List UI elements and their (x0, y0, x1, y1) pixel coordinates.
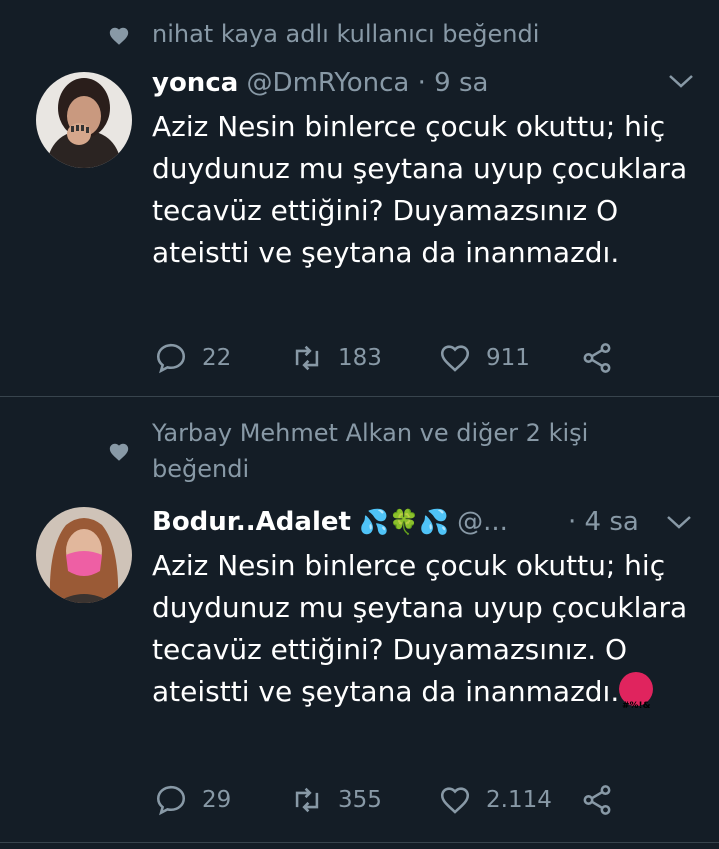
user-handle[interactable]: @... (457, 507, 508, 537)
avatar[interactable] (36, 72, 132, 168)
reply-button[interactable]: 22 (154, 338, 231, 378)
separator: · (568, 507, 577, 537)
chevron-down-icon[interactable] (666, 513, 692, 531)
tweet[interactable]: Yarbay Mehmet Alkan ve diğer 2 kişi beğe… (0, 397, 719, 849)
tweet-text: Aziz Nesin binlerce çocuk okuttu; hiç du… (152, 110, 688, 269)
like-button[interactable]: 2.114 (438, 780, 552, 820)
tweet-actions: 29 355 2.114 (152, 780, 652, 820)
divider (0, 842, 719, 843)
retweet-icon (295, 787, 319, 813)
reply-icon (156, 343, 186, 374)
reply-count: 22 (202, 345, 232, 371)
heart-icon (109, 443, 129, 461)
avatar[interactable] (36, 507, 132, 603)
share-icon (583, 785, 611, 815)
heart-icon (109, 27, 129, 45)
timestamp[interactable]: 4 sa (585, 507, 639, 537)
retweet-count: 355 (338, 787, 382, 813)
chevron-down-icon[interactable] (668, 72, 694, 90)
like-icon (440, 787, 470, 814)
retweet-button[interactable]: 183 (290, 338, 382, 378)
separator: · (417, 68, 426, 98)
like-count: 911 (486, 345, 530, 371)
tweet-text-content: Aziz Nesin binlerce çocuk okuttu; hiç du… (152, 549, 688, 708)
social-context[interactable]: Yarbay Mehmet Alkan ve diğer 2 kişi beğe… (152, 415, 652, 487)
like-count: 2.114 (486, 787, 552, 813)
retweet-button[interactable]: 355 (290, 780, 382, 820)
like-icon (440, 345, 470, 372)
tweet-actions: 22 183 911 (152, 338, 652, 378)
angry-face-emoji: #%!& (619, 672, 654, 711)
tweet-text: Aziz Nesin binlerce çocuk okuttu; hiç du… (152, 545, 692, 713)
share-button[interactable] (580, 780, 628, 820)
tweet-header: yonca @DmRYonca · 9 sa (152, 66, 488, 100)
share-button[interactable] (580, 338, 628, 378)
like-button[interactable]: 911 (438, 338, 530, 378)
display-name[interactable]: yonca (152, 68, 238, 98)
tweet-time: · 4 sa (568, 505, 639, 539)
retweet-count: 183 (338, 345, 382, 371)
retweet-icon (295, 345, 319, 371)
tweet[interactable]: nihat kaya adlı kullanıcı beğendi yonca … (0, 0, 719, 396)
display-name[interactable]: Bodur..Adalet (152, 507, 351, 537)
share-icon (583, 343, 611, 373)
social-context[interactable]: nihat kaya adlı kullanıcı beğendi (152, 16, 539, 52)
tweet-header: Bodur..Adalet 💦🍀💦 @... (152, 505, 508, 539)
timestamp[interactable]: 9 sa (434, 68, 488, 98)
reply-button[interactable]: 29 (154, 780, 231, 820)
user-handle[interactable]: @DmRYonca (247, 68, 410, 98)
name-emojis: 💦🍀💦 (359, 508, 449, 536)
reply-count: 29 (202, 787, 232, 813)
reply-icon (156, 785, 186, 816)
